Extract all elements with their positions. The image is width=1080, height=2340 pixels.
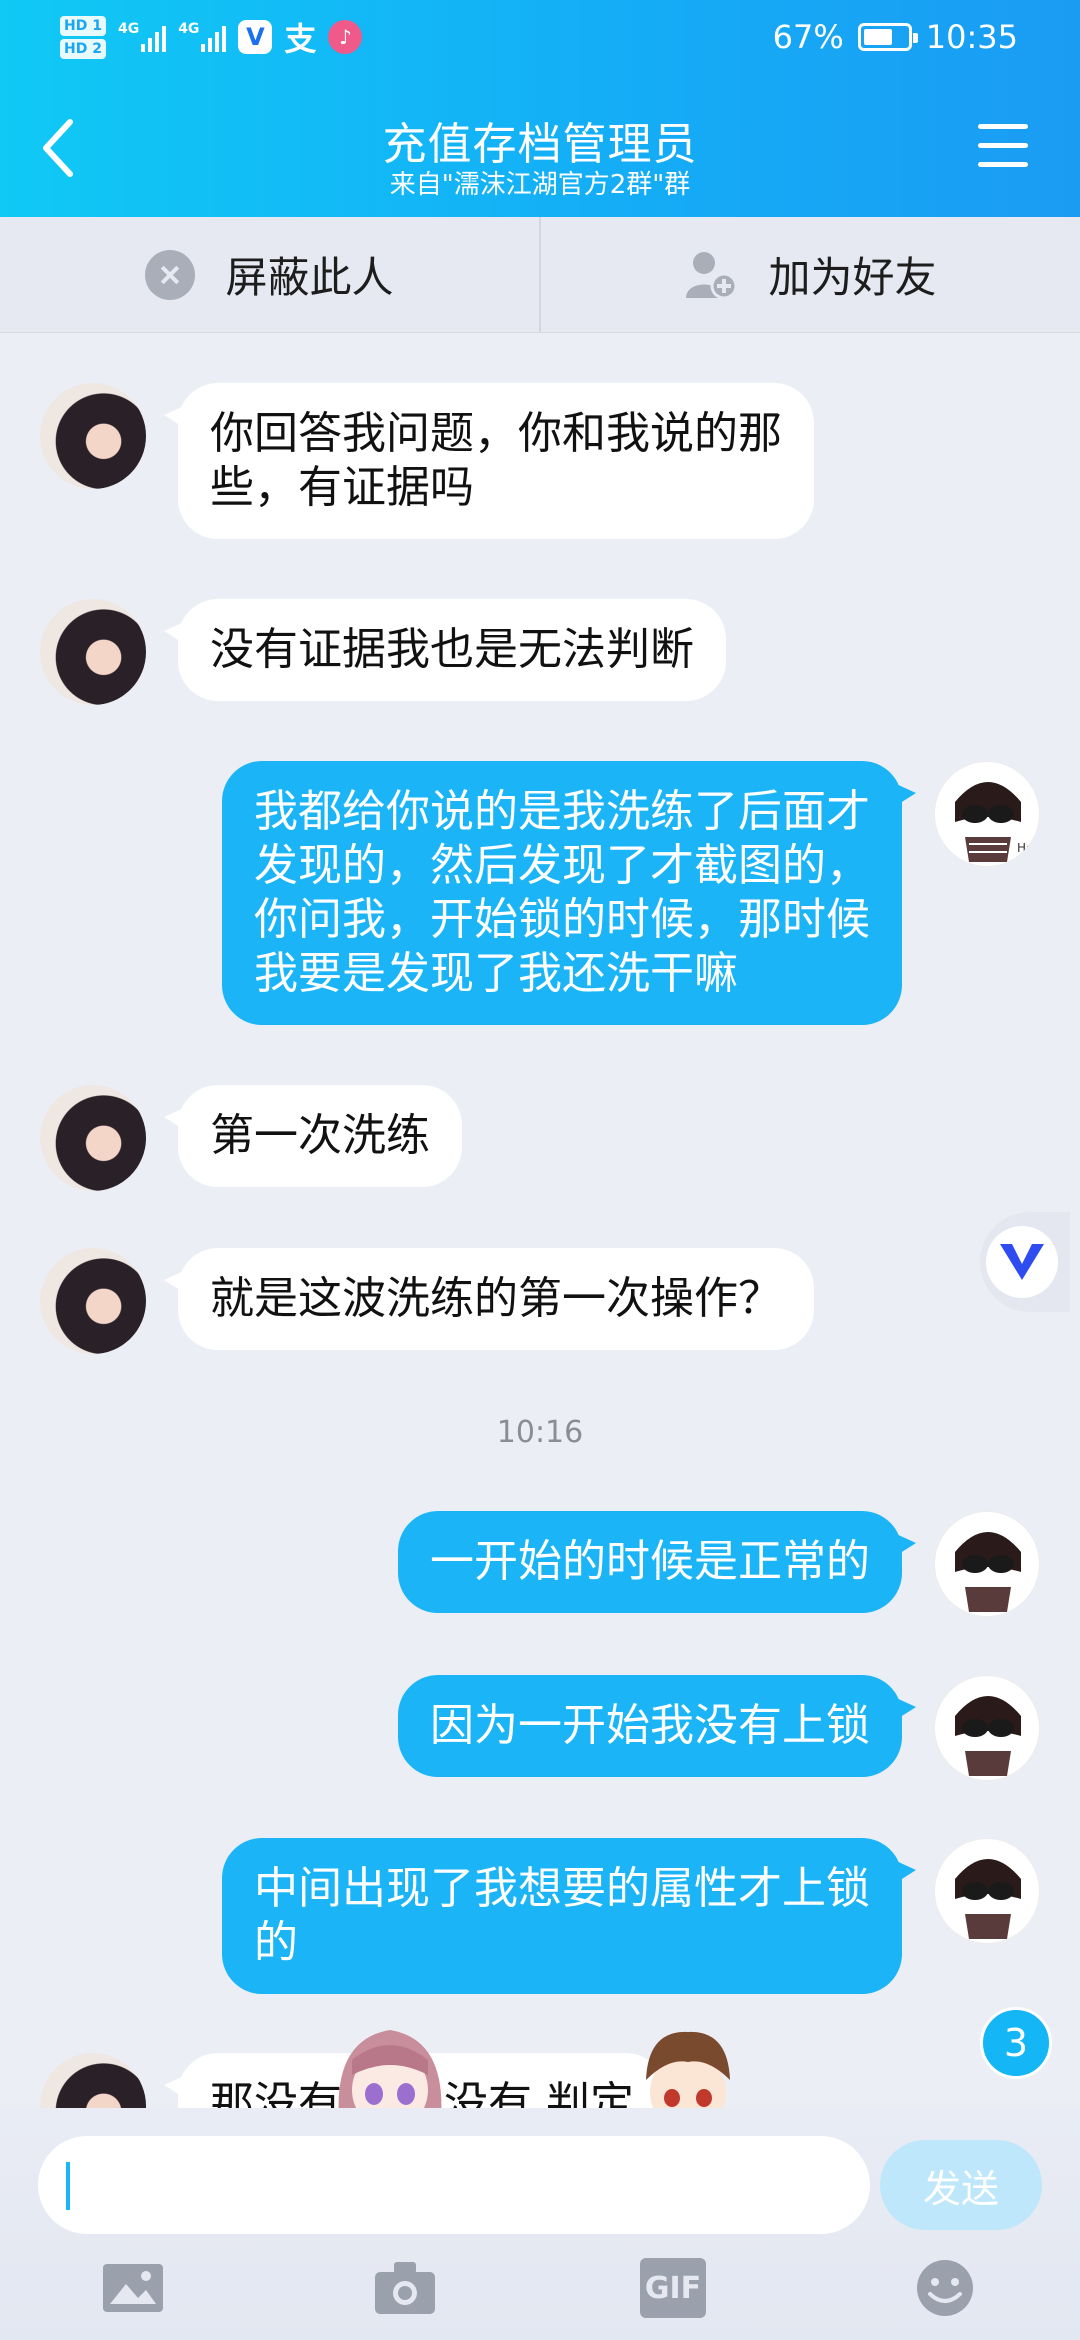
add-friend-label: 加为好友 [768, 253, 937, 302]
sender-avatar[interactable] [40, 383, 146, 489]
sender-avatar[interactable] [40, 2053, 146, 2108]
battery-icon [857, 23, 918, 51]
text-caret [66, 2162, 70, 2210]
sender-avatar[interactable] [40, 1085, 146, 1191]
music-app-notification-icon: ♪ [328, 20, 363, 54]
chat-title: 充值存档管理员 [382, 119, 698, 170]
camera-icon[interactable] [372, 2258, 438, 2318]
message-bubble-incoming[interactable]: 就是这波洗练的第一次操作？ [164, 1248, 814, 1350]
unread-count-badge[interactable]: 3 [980, 2007, 1052, 2079]
my-avatar[interactable] [934, 1838, 1040, 1944]
message-list[interactable]: 你回答我问题，你和我说的那 些，有证据吗 没有证据我也是无法判断 Hello 我… [0, 333, 1080, 2108]
block-icon [145, 249, 196, 300]
message-input[interactable] [38, 2136, 870, 2234]
sim-indicators: HD 1 HD 2 [60, 15, 106, 59]
my-avatar[interactable] [934, 1511, 1040, 1617]
message-bubble-incoming[interactable]: 第一次洗练 [164, 1085, 462, 1187]
network-type-1: 4G [117, 21, 140, 37]
add-friend-icon [686, 251, 738, 299]
message-bubble-outgoing[interactable]: 我都给你说的是我洗练了后面才 发现的，然后发现了才截图的， 你问我，开始锁的时候… [222, 761, 916, 1025]
battery-percent: 67% [772, 18, 844, 56]
v-app-notification-icon: V [238, 20, 273, 54]
v-logo-icon [986, 1226, 1058, 1298]
battery-fill [863, 29, 892, 45]
message-timestamp: 10:16 [496, 1415, 584, 1450]
menu-icon[interactable] [978, 124, 1028, 168]
sim1-badge: HD 1 [60, 15, 106, 36]
image-picker-icon[interactable] [100, 2258, 166, 2318]
message-bubble-outgoing[interactable]: 因为一开始我没有上锁 [398, 1675, 916, 1777]
signal-1-icon: 4G [117, 21, 167, 52]
chat-subtitle: 来自"濡沫江湖官方2群"群 [389, 170, 691, 200]
input-toolbar: GIF [0, 2258, 1080, 2328]
chat-header: HD 1 HD 2 4G 4G V 支 ♪ 67% 10:35 充值存档管理员 … [0, 0, 1080, 217]
svg-text:Hello: Hello [1017, 841, 1040, 855]
block-user-label: 屏蔽此人 [225, 253, 394, 302]
message-bubble-incoming[interactable]: 你回答我问题，你和我说的那 些，有证据吗 [164, 383, 814, 539]
signal-2-icon: 4G [178, 21, 227, 52]
my-avatar[interactable] [934, 1675, 1040, 1781]
clock: 10:35 [925, 18, 1018, 56]
message-bubble-incoming[interactable]: 没有证据我也是无法判断 [164, 599, 726, 701]
input-bar: 发送 GIF [0, 2108, 1080, 2340]
floating-assistant-button[interactable] [980, 1212, 1070, 1312]
network-type-2: 4G [178, 21, 200, 37]
send-button[interactable]: 发送 [880, 2140, 1042, 2230]
add-friend-button[interactable]: 加为好友 [541, 217, 1080, 332]
emoji-icon[interactable] [912, 2258, 978, 2318]
message-bubble-outgoing[interactable]: 中间出现了我想要的属性才上锁 的 [222, 1838, 916, 1994]
alipay-notification-icon: 支 [284, 20, 317, 58]
my-avatar[interactable]: Hello [934, 761, 1040, 867]
sender-avatar[interactable] [40, 599, 146, 705]
message-bubble-outgoing[interactable]: 一开始的时候是正常的 [398, 1511, 916, 1613]
sender-avatar[interactable] [40, 1248, 146, 1354]
gif-icon[interactable]: GIF [640, 2258, 706, 2318]
sim2-badge: HD 2 [60, 38, 106, 59]
action-bar: 屏蔽此人 加为好友 [0, 217, 1080, 333]
block-user-button[interactable]: 屏蔽此人 [0, 217, 541, 332]
status-bar: HD 1 HD 2 4G 4G V 支 ♪ 67% 10:35 [0, 0, 1080, 80]
